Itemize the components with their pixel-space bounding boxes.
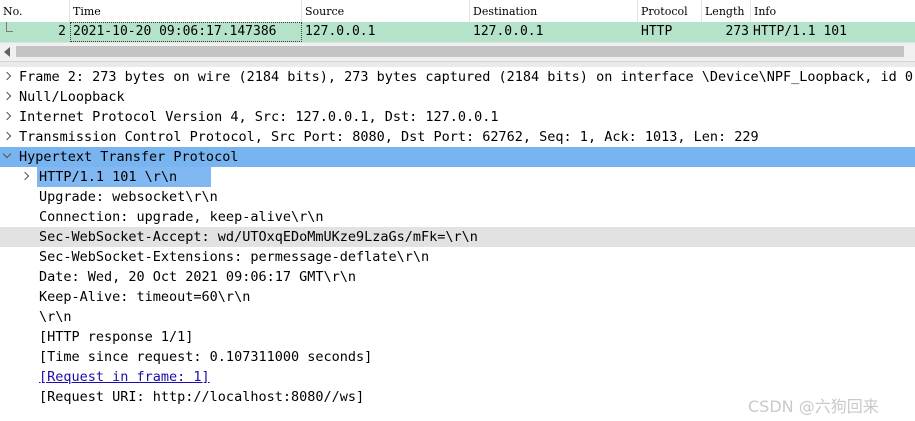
detail-http[interactable]: Hypertext Transfer Protocol bbox=[0, 147, 915, 167]
column-header-destination[interactable]: Destination bbox=[470, 0, 638, 22]
detail-end-of-headers[interactable]: \r\n bbox=[0, 307, 915, 327]
detail-null-loopback[interactable]: Null/Loopback bbox=[0, 87, 915, 107]
expand-chevron-icon[interactable] bbox=[2, 91, 12, 101]
detail-header-keep-alive[interactable]: Keep-Alive: timeout=60\r\n bbox=[0, 287, 915, 307]
packet-source: 127.0.0.1 bbox=[305, 24, 376, 39]
detail-label: Transmission Control Protocol, Src Port:… bbox=[19, 129, 759, 145]
detail-http-response-count[interactable]: [HTTP response 1/1] bbox=[0, 327, 915, 347]
packet-destination: 127.0.0.1 bbox=[473, 24, 544, 39]
column-header-source[interactable]: Source bbox=[302, 0, 470, 22]
detail-ipv4[interactable]: Internet Protocol Version 4, Src: 127.0.… bbox=[0, 107, 915, 127]
detail-header-connection[interactable]: Connection: upgrade, keep-alive\r\n bbox=[0, 207, 915, 227]
watermark: CSDN @六狗回来 bbox=[748, 397, 879, 416]
expand-chevron-icon[interactable] bbox=[2, 131, 12, 141]
packet-length: 273 bbox=[725, 24, 749, 39]
request-in-frame-link[interactable]: [Request in frame: 1] bbox=[39, 367, 210, 387]
packet-protocol: HTTP bbox=[641, 24, 673, 39]
detail-header-sec-websocket-accept[interactable]: Sec-WebSocket-Accept: wd/UTOxqEDoMmUKze9… bbox=[0, 227, 915, 247]
packet-row[interactable]: 2 2021-10-20 09:06:17.147386 127.0.0.1 1… bbox=[0, 22, 915, 42]
scroll-left-icon[interactable] bbox=[4, 47, 10, 57]
detail-label: Sec-WebSocket-Extensions: permessage-def… bbox=[39, 249, 430, 265]
detail-label: Frame 2: 273 bytes on wire (2184 bits), … bbox=[19, 69, 914, 85]
column-header-length[interactable]: Length bbox=[702, 0, 751, 22]
detail-label: [Time since request: 0.107311000 seconds… bbox=[39, 349, 373, 365]
detail-request-in-frame[interactable]: [Request in frame: 1] bbox=[0, 367, 915, 387]
detail-time-since-request[interactable]: [Time since request: 0.107311000 seconds… bbox=[0, 347, 915, 367]
detail-http-status-line[interactable]: HTTP/1.1 101 \r\n bbox=[0, 167, 915, 187]
detail-label: Null/Loopback bbox=[19, 89, 125, 105]
detail-header-sec-websocket-extensions[interactable]: Sec-WebSocket-Extensions: permessage-def… bbox=[0, 247, 915, 267]
detail-label: Hypertext Transfer Protocol bbox=[19, 149, 239, 165]
expand-chevron-icon[interactable] bbox=[2, 71, 12, 81]
detail-label: Connection: upgrade, keep-alive\r\n bbox=[39, 209, 324, 225]
detail-label: \r\n bbox=[39, 309, 72, 325]
detail-tcp[interactable]: Transmission Control Protocol, Src Port:… bbox=[0, 127, 915, 147]
packet-info: HTTP/1.1 101 bbox=[753, 24, 847, 39]
packet-time: 2021-10-20 09:06:17.147386 bbox=[70, 22, 302, 42]
scrollbar-thumb[interactable] bbox=[16, 46, 904, 57]
detail-label: Keep-Alive: timeout=60\r\n bbox=[39, 289, 251, 305]
packet-details-pane: Frame 2: 273 bytes on wire (2184 bits), … bbox=[0, 67, 915, 421]
packet-list-pane: No. Time Source Destination Protocol Len… bbox=[0, 0, 915, 62]
detail-header-upgrade[interactable]: Upgrade: websocket\r\n bbox=[0, 187, 915, 207]
detail-label: [HTTP response 1/1] bbox=[39, 329, 194, 345]
packet-list-header: No. Time Source Destination Protocol Len… bbox=[0, 0, 915, 23]
packet-no: 2 bbox=[58, 24, 66, 39]
column-header-protocol[interactable]: Protocol bbox=[638, 0, 702, 22]
expand-chevron-icon[interactable] bbox=[20, 171, 30, 181]
detail-label: Internet Protocol Version 4, Src: 127.0.… bbox=[19, 109, 499, 125]
column-header-info[interactable]: Info bbox=[751, 0, 915, 22]
expand-chevron-icon[interactable] bbox=[2, 111, 12, 121]
column-header-time[interactable]: Time bbox=[70, 0, 302, 22]
detail-header-date[interactable]: Date: Wed, 20 Oct 2021 09:06:17 GMT\r\n bbox=[0, 267, 915, 287]
detail-frame[interactable]: Frame 2: 273 bytes on wire (2184 bits), … bbox=[0, 67, 915, 87]
collapse-chevron-icon[interactable] bbox=[2, 149, 12, 159]
detail-label: Date: Wed, 20 Oct 2021 09:06:17 GMT\r\n bbox=[39, 269, 356, 285]
horizontal-scrollbar[interactable] bbox=[0, 42, 915, 61]
detail-label: [Request URI: http://localhost:8080//ws] bbox=[39, 389, 365, 405]
detail-label: HTTP/1.1 101 \r\n bbox=[39, 169, 178, 185]
detail-label: Upgrade: websocket\r\n bbox=[39, 189, 218, 205]
column-header-no[interactable]: No. bbox=[0, 0, 70, 22]
detail-label: Sec-WebSocket-Accept: wd/UTOxqEDoMmUKze9… bbox=[39, 229, 478, 245]
